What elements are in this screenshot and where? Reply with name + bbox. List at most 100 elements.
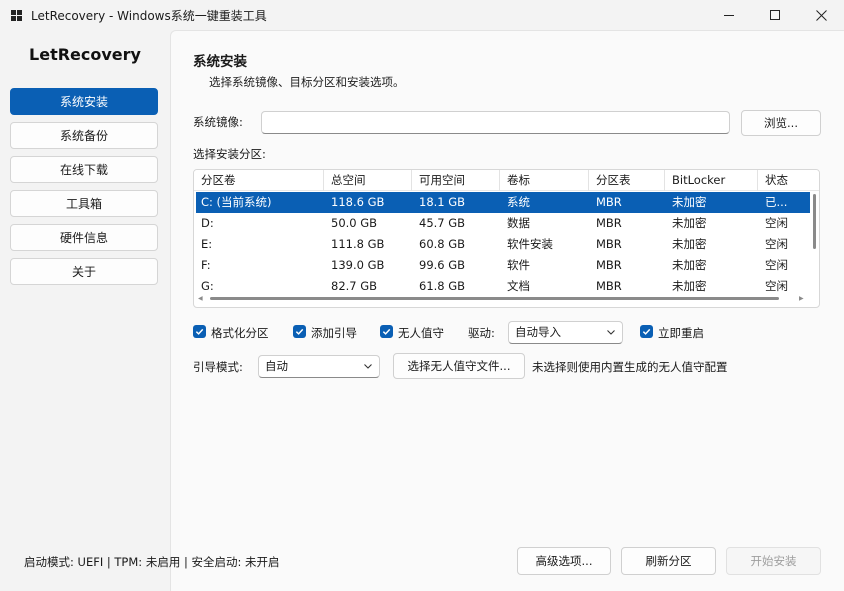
cell-bitlocker: 未加密 bbox=[672, 195, 707, 209]
page-subtitle: 选择系统镜像、目标分区和安装选项。 bbox=[209, 75, 405, 89]
browse-button[interactable]: 浏览... bbox=[741, 110, 821, 136]
driver-label: 驱动: bbox=[468, 326, 495, 340]
cell-total: 82.7 GB bbox=[331, 279, 378, 293]
sidebar-item-system-backup[interactable]: 系统备份 bbox=[10, 122, 158, 149]
cell-partition-table: MBR bbox=[596, 195, 622, 209]
cell-total: 50.0 GB bbox=[331, 216, 378, 230]
cell-free: 60.8 GB bbox=[419, 237, 466, 251]
scroll-left-arrow-icon[interactable]: ◀ bbox=[198, 295, 203, 302]
column-header-free[interactable]: 可用空间 bbox=[412, 170, 500, 191]
table-row[interactable]: C: (当前系统) 118.6 GB 18.1 GB 系统 MBR 未加密 已.… bbox=[196, 192, 810, 213]
cell-volume: C: (当前系统) bbox=[201, 195, 272, 209]
column-header-status[interactable]: 状态 bbox=[758, 170, 818, 191]
cell-bitlocker: 未加密 bbox=[672, 258, 707, 272]
image-path-input[interactable] bbox=[261, 111, 730, 134]
page-title: 系统安装 bbox=[193, 54, 247, 70]
cell-partition-table: MBR bbox=[596, 216, 622, 230]
add-boot-checkbox[interactable] bbox=[293, 325, 306, 338]
reboot-checkbox[interactable] bbox=[640, 325, 653, 338]
table-row[interactable]: G: 82.7 GB 61.8 GB 文档 MBR 未加密 空闲 bbox=[196, 276, 810, 294]
cell-status: 空闲 bbox=[765, 279, 788, 293]
minimize-icon bbox=[724, 14, 734, 16]
cell-volume: F: bbox=[201, 258, 211, 272]
checkmark-icon bbox=[642, 328, 651, 335]
refresh-partitions-button[interactable]: 刷新分区 bbox=[621, 547, 716, 575]
unattended-checkbox[interactable] bbox=[380, 325, 393, 338]
cell-status: 空闲 bbox=[765, 258, 788, 272]
add-boot-label[interactable]: 添加引导 bbox=[311, 325, 357, 341]
maximize-button[interactable] bbox=[752, 0, 798, 30]
column-header-total[interactable]: 总空间 bbox=[324, 170, 412, 191]
cell-partition-table: MBR bbox=[596, 258, 622, 272]
checkmark-icon bbox=[195, 328, 204, 335]
unattended-label[interactable]: 无人值守 bbox=[398, 325, 444, 341]
select-unattend-file-button[interactable]: 选择无人值守文件... bbox=[393, 353, 525, 379]
cell-free: 18.1 GB bbox=[419, 195, 466, 209]
maximize-icon bbox=[770, 10, 780, 20]
format-checkbox[interactable] bbox=[193, 325, 206, 338]
cell-volume: E: bbox=[201, 237, 213, 251]
boot-mode-label: 引导模式: bbox=[193, 360, 243, 374]
image-label: 系统镜像: bbox=[193, 115, 243, 129]
cell-status: 已... bbox=[765, 195, 788, 209]
driver-dropdown-value: 自动导入 bbox=[515, 325, 561, 339]
cell-free: 99.6 GB bbox=[419, 258, 466, 272]
table-header: 分区卷 总空间 可用空间 卷标 分区表 BitLocker 状态 bbox=[194, 170, 819, 191]
app-windows-icon bbox=[11, 10, 22, 21]
reboot-label[interactable]: 立即重启 bbox=[658, 325, 704, 341]
cell-bitlocker: 未加密 bbox=[672, 279, 707, 293]
partition-table: 分区卷 总空间 可用空间 卷标 分区表 BitLocker 状态 C: (当前系… bbox=[193, 169, 820, 308]
cell-total: 139.0 GB bbox=[331, 258, 385, 272]
sidebar-item-hardware-info[interactable]: 硬件信息 bbox=[10, 224, 158, 251]
minimize-button[interactable] bbox=[706, 0, 752, 30]
cell-bitlocker: 未加密 bbox=[672, 237, 707, 251]
sidebar-item-online-download[interactable]: 在线下载 bbox=[10, 156, 158, 183]
sidebar: LetRecovery 系统安装 系统备份 在线下载 工具箱 硬件信息 关于 bbox=[0, 30, 170, 591]
cell-free: 45.7 GB bbox=[419, 216, 466, 230]
boot-mode-dropdown[interactable]: 自动 bbox=[258, 355, 380, 378]
table-row[interactable]: D: 50.0 GB 45.7 GB 数据 MBR 未加密 空闲 bbox=[196, 213, 810, 234]
cell-status: 空闲 bbox=[765, 216, 788, 230]
horizontal-scroll-thumb[interactable] bbox=[210, 297, 779, 300]
window-title: LetRecovery - Windows系统一键重装工具 bbox=[31, 9, 267, 23]
sidebar-item-toolbox[interactable]: 工具箱 bbox=[10, 190, 158, 217]
sidebar-item-system-install[interactable]: 系统安装 bbox=[10, 88, 158, 115]
column-header-label[interactable]: 卷标 bbox=[500, 170, 589, 191]
column-header-bitlocker[interactable]: BitLocker bbox=[665, 170, 758, 191]
vertical-scrollbar[interactable] bbox=[811, 192, 817, 292]
cell-partition-table: MBR bbox=[596, 237, 622, 251]
cell-volume: D: bbox=[201, 216, 214, 230]
driver-dropdown[interactable]: 自动导入 bbox=[508, 321, 623, 344]
cell-label: 软件安装 bbox=[507, 237, 553, 251]
vertical-scroll-thumb[interactable] bbox=[813, 194, 816, 249]
partition-label: 选择安装分区: bbox=[193, 147, 266, 161]
close-button[interactable] bbox=[798, 0, 844, 30]
chevron-down-icon bbox=[364, 364, 372, 369]
table-row[interactable]: E: 111.8 GB 60.8 GB 软件安装 MBR 未加密 空闲 bbox=[196, 234, 810, 255]
cell-label: 系统 bbox=[507, 195, 530, 209]
advanced-options-button[interactable]: 高级选项... bbox=[517, 547, 611, 575]
checkmark-icon bbox=[295, 328, 304, 335]
chevron-down-icon bbox=[607, 330, 615, 335]
cell-label: 数据 bbox=[507, 216, 530, 230]
main-panel: 系统安装 选择系统镜像、目标分区和安装选项。 系统镜像: 浏览... 选择安装分… bbox=[24, 30, 844, 591]
checkmark-icon bbox=[382, 328, 391, 335]
column-header-volume[interactable]: 分区卷 bbox=[194, 170, 324, 191]
horizontal-scrollbar[interactable]: ◀ ▶ bbox=[194, 295, 808, 303]
sidebar-app-name: LetRecovery bbox=[29, 45, 141, 64]
sidebar-item-about[interactable]: 关于 bbox=[10, 258, 158, 285]
boot-mode-value: 自动 bbox=[265, 359, 288, 373]
column-header-partition-table[interactable]: 分区表 bbox=[589, 170, 665, 191]
scroll-right-arrow-icon[interactable]: ▶ bbox=[799, 295, 804, 302]
title-bar: LetRecovery - Windows系统一键重装工具 bbox=[0, 0, 844, 30]
status-bar-text: 启动模式: UEFI | TPM: 未启用 | 安全启动: 未开启 bbox=[24, 555, 280, 569]
format-label[interactable]: 格式化分区 bbox=[211, 325, 269, 341]
close-icon bbox=[815, 9, 827, 21]
table-row[interactable]: F: 139.0 GB 99.6 GB 软件 MBR 未加密 空闲 bbox=[196, 255, 810, 276]
cell-label: 文档 bbox=[507, 279, 530, 293]
cell-partition-table: MBR bbox=[596, 279, 622, 293]
cell-volume: G: bbox=[201, 279, 214, 293]
cell-bitlocker: 未加密 bbox=[672, 216, 707, 230]
unattend-hint: 未选择则使用内置生成的无人值守配置 bbox=[532, 360, 728, 374]
start-install-button[interactable]: 开始安装 bbox=[726, 547, 821, 575]
